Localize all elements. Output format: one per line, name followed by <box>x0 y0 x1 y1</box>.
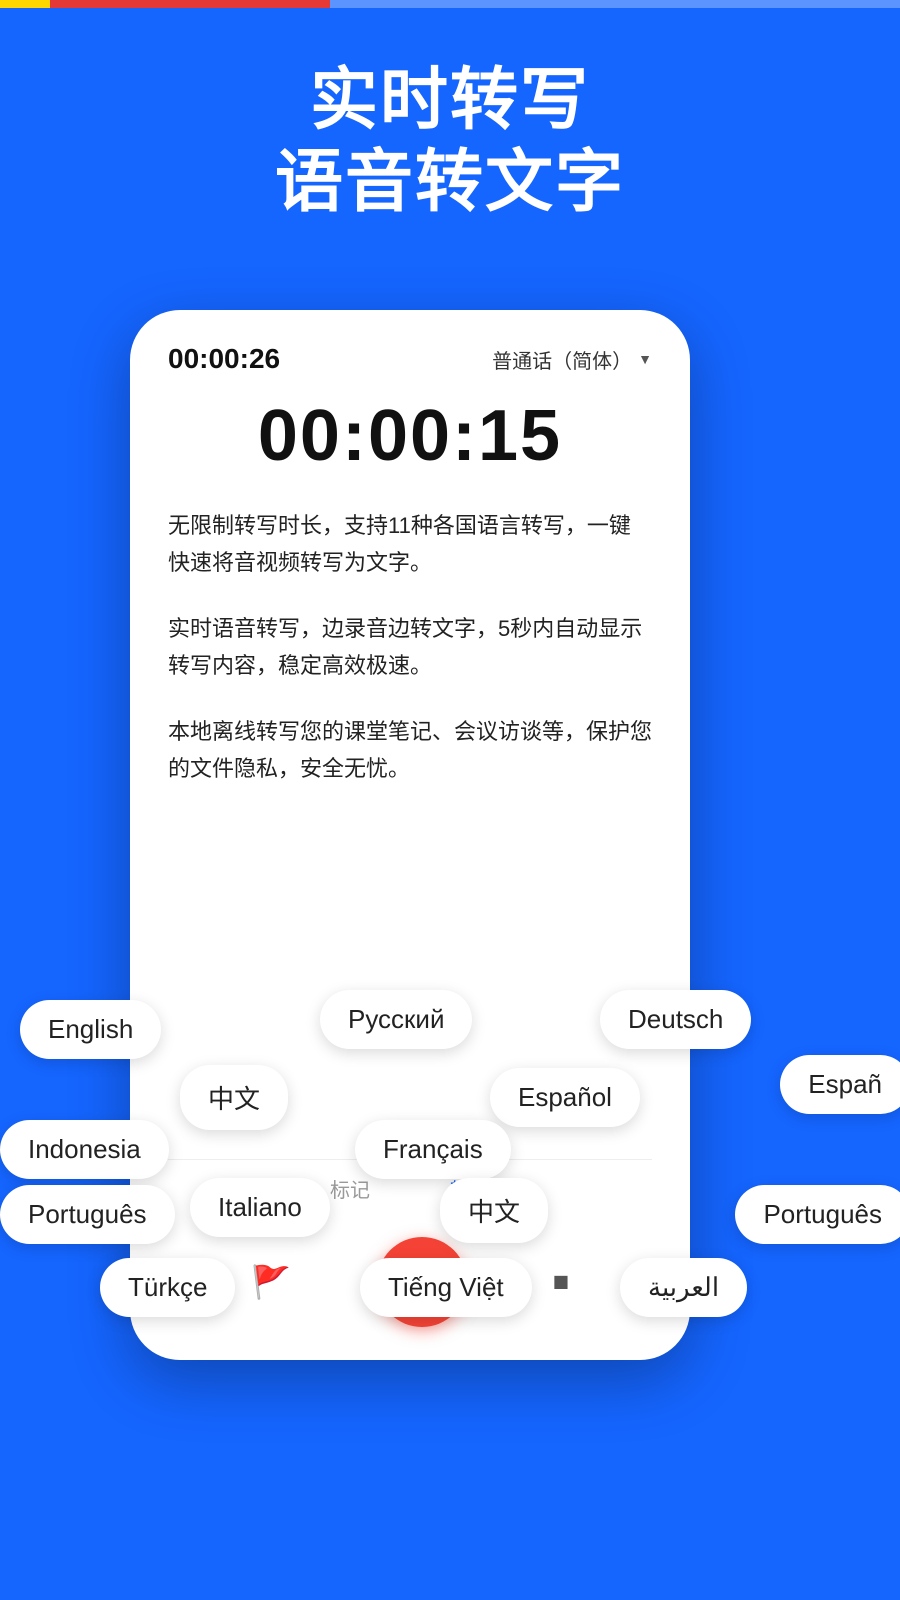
chevron-down-icon: ▼ <box>638 351 652 367</box>
stop-icon[interactable]: ⏹ <box>553 1263 569 1301</box>
lang-tag-espanol[interactable]: Español <box>490 1068 640 1127</box>
hero-line1: 实时转写 <box>0 60 900 142</box>
phone-header: 00:00:26 普通话（简体） ▼ <box>168 343 652 375</box>
lang-tag-deutsch[interactable]: Deutsch <box>600 990 751 1049</box>
lang-tag-portugues1[interactable]: Português <box>0 1185 175 1244</box>
lang-tag-francais[interactable]: Français <box>355 1120 511 1179</box>
timer-large: 00:00:15 <box>168 395 652 477</box>
lang-selector[interactable]: 普通话（简体） ▼ <box>492 345 652 374</box>
hero-line2: 语音转文字 <box>0 142 900 224</box>
lang-tag-chinese1[interactable]: 中文 <box>180 1065 288 1130</box>
lang-tag-turkce[interactable]: Türkçe <box>100 1258 235 1317</box>
hero-title: 实时转写 语音转文字 <box>0 60 900 223</box>
paragraph-1: 无限制转写时长，支持11种各国语言转写，一键快速将音视频转写为文字。 <box>168 507 652 582</box>
lang-tag-arabic[interactable]: العربية <box>620 1258 747 1317</box>
timer-small: 00:00:26 <box>168 343 280 375</box>
lang-tag-portugues2[interactable]: Português <box>735 1185 900 1244</box>
flag-icon[interactable]: 🚩 <box>251 1263 291 1301</box>
paragraph-3: 本地离线转写您的课堂笔记、会议访谈等，保护您的文件隐私，安全无忧。 <box>168 713 652 788</box>
lang-tag-espanol2[interactable]: Españ <box>780 1055 900 1114</box>
lang-tag-tieng-viet[interactable]: Tiếng Việt <box>360 1258 532 1317</box>
progress-white <box>330 0 900 8</box>
lang-tag-italiano[interactable]: Italiano <box>190 1178 330 1237</box>
tab-mark[interactable]: 标记 <box>330 1174 370 1203</box>
lang-label: 普通话（简体） <box>492 345 632 374</box>
paragraph-2: 实时语音转写，边录音边转文字，5秒内自动显示转写内容，稳定高效极速。 <box>168 610 652 685</box>
transcription-content: 无限制转写时长，支持11种各国语言转写，一键快速将音视频转写为文字。 实时语音转… <box>168 507 652 1159</box>
lang-tag-chinese2[interactable]: 中文 <box>440 1178 548 1243</box>
lang-tag-indonesia[interactable]: Indonesia <box>0 1120 169 1179</box>
lang-tag-english[interactable]: English <box>20 1000 161 1059</box>
lang-tag-russian[interactable]: Русский <box>320 990 472 1049</box>
progress-yellow <box>0 0 50 8</box>
progress-red <box>50 0 330 8</box>
progress-bar <box>0 0 900 8</box>
